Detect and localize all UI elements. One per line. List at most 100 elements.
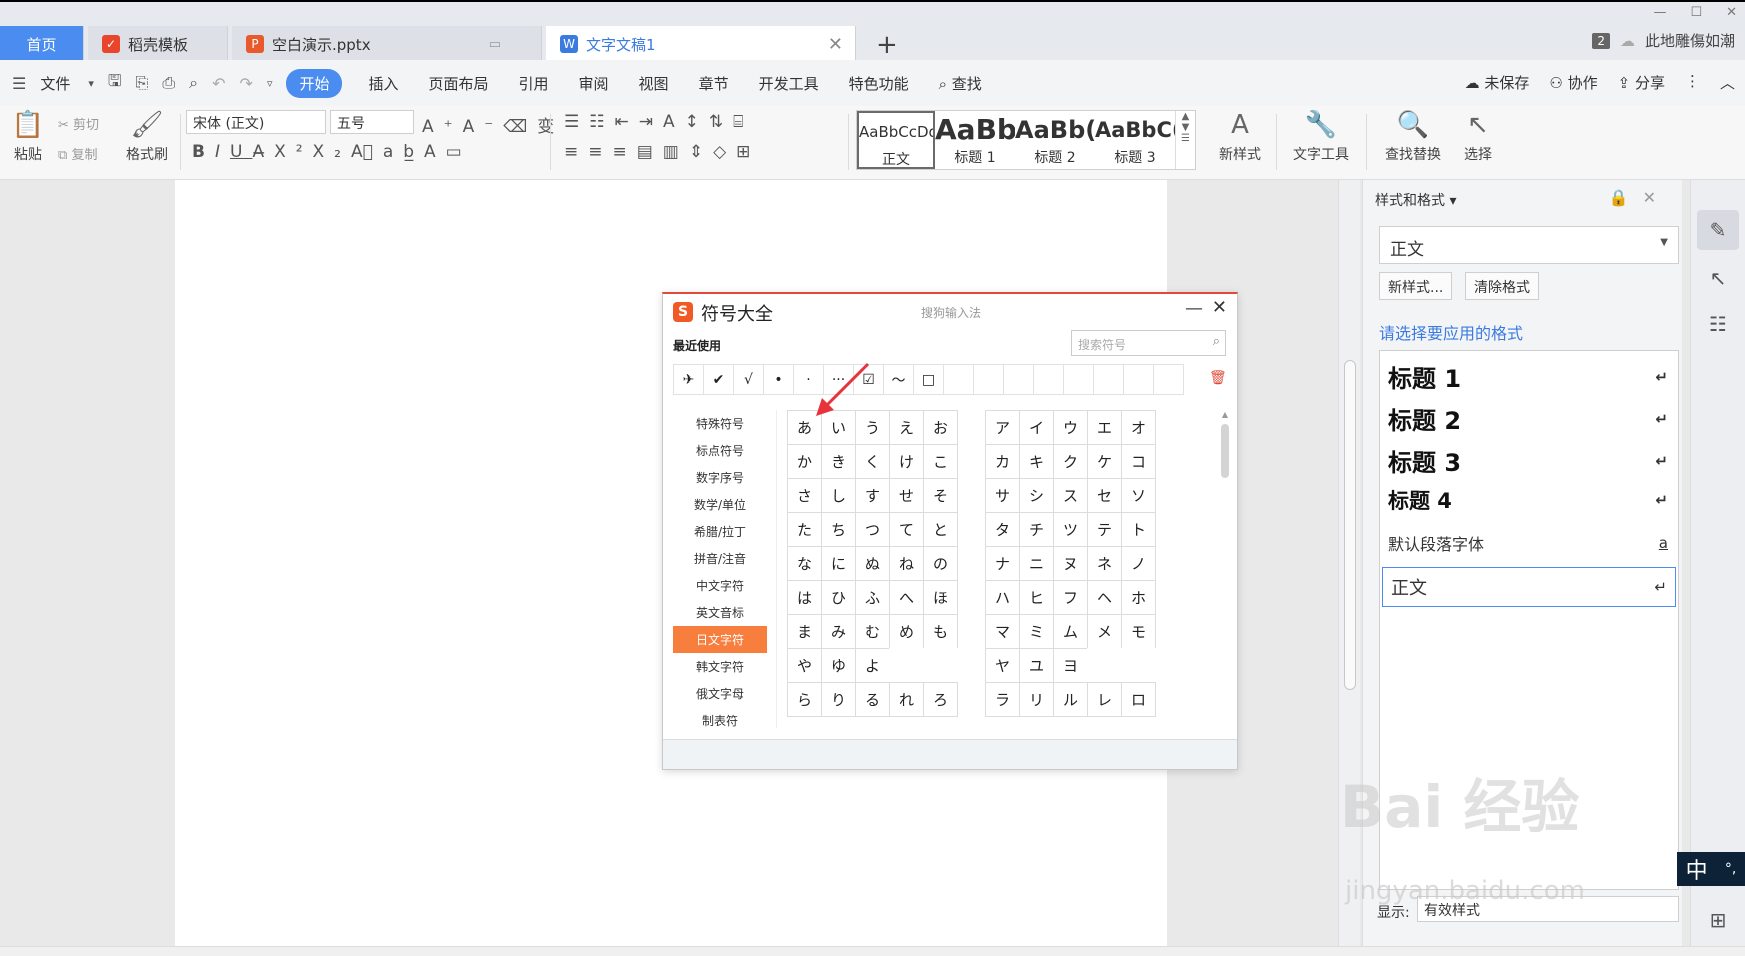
hiragana-cell[interactable]: か — [787, 444, 822, 479]
katakana-cell[interactable]: セ — [1087, 478, 1122, 513]
hiragana-cell[interactable]: ら — [787, 682, 822, 717]
katakana-cell[interactable]: オ — [1121, 410, 1156, 445]
hiragana-cell[interactable]: る — [855, 682, 890, 717]
hiragana-cell[interactable]: き — [821, 444, 856, 479]
hiragana-cell[interactable]: し — [821, 478, 856, 513]
tab-document[interactable]: W 文字文稿1 ✕ — [546, 26, 856, 62]
hiragana-cell[interactable]: へ — [889, 580, 924, 615]
hiragana-cell[interactable]: く — [855, 444, 890, 479]
export-icon[interactable]: ⎘ — [136, 73, 149, 93]
category-item[interactable]: 英文音标 — [673, 599, 767, 626]
hiragana-cell[interactable]: ち — [821, 512, 856, 547]
katakana-cell[interactable]: イ — [1019, 410, 1054, 445]
close-tab-icon[interactable]: ✕ — [828, 34, 843, 55]
katakana-cell[interactable]: ヒ — [1019, 580, 1054, 615]
hiragana-cell[interactable]: こ — [923, 444, 958, 479]
katakana-cell[interactable]: テ — [1087, 512, 1122, 547]
recent-symbol-cell[interactable] — [1093, 364, 1124, 395]
category-item[interactable]: 标点符号 — [673, 437, 767, 464]
more-icon[interactable]: ⋮ — [1685, 72, 1700, 93]
katakana-cell[interactable]: ム — [1053, 614, 1088, 649]
recent-symbol-cell[interactable]: □ — [913, 364, 944, 395]
tab-docer-templates[interactable]: ✓ 稻壳模板 — [88, 26, 228, 62]
hiragana-cell[interactable]: せ — [889, 478, 924, 513]
hiragana-cell[interactable]: ふ — [855, 580, 890, 615]
hiragana-cell[interactable]: ま — [787, 614, 822, 649]
new-tab-icon[interactable]: + — [876, 30, 898, 60]
panel-title[interactable]: 样式和格式 ▾ — [1375, 190, 1456, 210]
print-icon[interactable]: ⎙ — [162, 73, 175, 93]
new-style-panel-button[interactable]: 新样式... — [1379, 272, 1453, 300]
select-button[interactable]: ↖ 选择 — [1456, 110, 1500, 164]
close-window-icon[interactable]: ✕ — [1726, 5, 1737, 20]
recent-symbol-cell[interactable] — [1063, 364, 1094, 395]
katakana-cell[interactable]: ケ — [1087, 444, 1122, 479]
collapse-ribbon-icon[interactable]: ︿ — [1720, 72, 1735, 93]
menu-references[interactable]: 引用 — [519, 73, 549, 94]
font-format-icons[interactable]: BIUA̶X²X₂A⃝ab̲A▭ — [192, 142, 472, 162]
katakana-cell[interactable]: ツ — [1053, 512, 1088, 547]
katakana-cell[interactable]: ヘ — [1087, 580, 1122, 615]
customize-icon[interactable]: ▿ — [267, 77, 273, 90]
font-grow-shrink-icons[interactable]: A⁺A⁻⌫变 — [422, 112, 564, 137]
recent-symbol-cell[interactable] — [1153, 364, 1184, 395]
katakana-cell[interactable]: ナ — [985, 546, 1020, 581]
scrollbar-thumb[interactable] — [1221, 424, 1229, 478]
katakana-cell[interactable]: ヨ — [1053, 648, 1088, 683]
menu-start[interactable]: 开始 — [286, 68, 343, 98]
font-size-select[interactable]: 五号 — [330, 110, 414, 134]
share-button[interactable]: ⇪ 分享 — [1618, 72, 1665, 93]
redo-icon[interactable]: ↷ — [240, 74, 253, 93]
category-item[interactable]: 俄文字母 — [673, 680, 767, 707]
recent-symbol-cell[interactable]: • — [763, 364, 794, 395]
print-preview-icon[interactable]: ⌕ — [189, 73, 198, 93]
settings-sliders-icon[interactable]: ☷ — [1697, 304, 1739, 344]
close-icon[interactable]: ✕ — [1212, 297, 1227, 318]
katakana-cell[interactable]: ア — [985, 410, 1020, 445]
katakana-cell[interactable]: ラ — [985, 682, 1020, 717]
katakana-cell[interactable]: モ — [1121, 614, 1156, 649]
category-item[interactable]: 拼音/注音 — [673, 545, 767, 572]
clear-format-button[interactable]: 清除格式 — [1465, 272, 1539, 300]
katakana-cell[interactable]: エ — [1087, 410, 1122, 445]
style-heading3[interactable]: AaBbC( 标题 3 — [1095, 111, 1175, 169]
katakana-cell[interactable]: ホ — [1121, 580, 1156, 615]
menu-search[interactable]: ⌕ 查找 — [939, 73, 982, 94]
pointer-icon[interactable]: ↖ — [1697, 258, 1739, 298]
hiragana-cell[interactable]: た — [787, 512, 822, 547]
chevron-down-icon[interactable]: ▾ — [88, 77, 94, 90]
recent-symbol-cell[interactable]: √ — [733, 364, 764, 395]
hiragana-cell[interactable]: む — [855, 614, 890, 649]
recent-symbol-cell[interactable]: ✈ — [673, 364, 704, 395]
pen-icon[interactable]: ✎ — [1697, 210, 1739, 250]
style-gallery-scroll[interactable]: ▲ ▼ ☰ — [1175, 111, 1195, 169]
collaborate-button[interactable]: ⚇ 协作 — [1549, 72, 1597, 93]
menu-view[interactable]: 视图 — [639, 73, 669, 94]
katakana-cell[interactable]: メ — [1087, 614, 1122, 649]
hiragana-cell[interactable]: と — [923, 512, 958, 547]
recent-symbol-cell[interactable] — [1033, 364, 1064, 395]
minimize-icon[interactable]: — — [1185, 298, 1203, 319]
katakana-cell[interactable]: サ — [985, 478, 1020, 513]
katakana-cell[interactable]: マ — [985, 614, 1020, 649]
hiragana-cell[interactable]: ぬ — [855, 546, 890, 581]
format-painter-button[interactable]: 🖌 格式刷 — [122, 110, 172, 164]
trash-icon[interactable]: 🗑 — [1209, 370, 1227, 386]
katakana-cell[interactable]: ネ — [1087, 546, 1122, 581]
hiragana-cell[interactable]: さ — [787, 478, 822, 513]
katakana-cell[interactable]: ヌ — [1053, 546, 1088, 581]
menu-page-layout[interactable]: 页面布局 — [429, 73, 489, 94]
recent-symbol-cell[interactable] — [973, 364, 1004, 395]
katakana-cell[interactable]: ハ — [985, 580, 1020, 615]
hiragana-cell[interactable]: お — [923, 410, 958, 445]
katakana-cell[interactable]: ノ — [1121, 546, 1156, 581]
paragraph-list-icons[interactable]: ☰☷⇤⇥A↕⇅⌸ — [564, 112, 753, 132]
style-list-item[interactable]: 标题 3 ↵ — [1388, 443, 1668, 478]
katakana-cell[interactable]: シ — [1019, 478, 1054, 513]
undo-icon[interactable]: ↶ — [212, 74, 225, 93]
new-style-button[interactable]: A 新样式 — [1210, 110, 1270, 164]
style-normal[interactable]: AaBbCcDd 正文 — [857, 111, 935, 169]
ime-indicator[interactable]: 中 °, — [1677, 852, 1745, 886]
scroll-up-icon[interactable]: ▲ — [1219, 410, 1231, 419]
category-item[interactable]: 数字序号 — [673, 464, 767, 491]
